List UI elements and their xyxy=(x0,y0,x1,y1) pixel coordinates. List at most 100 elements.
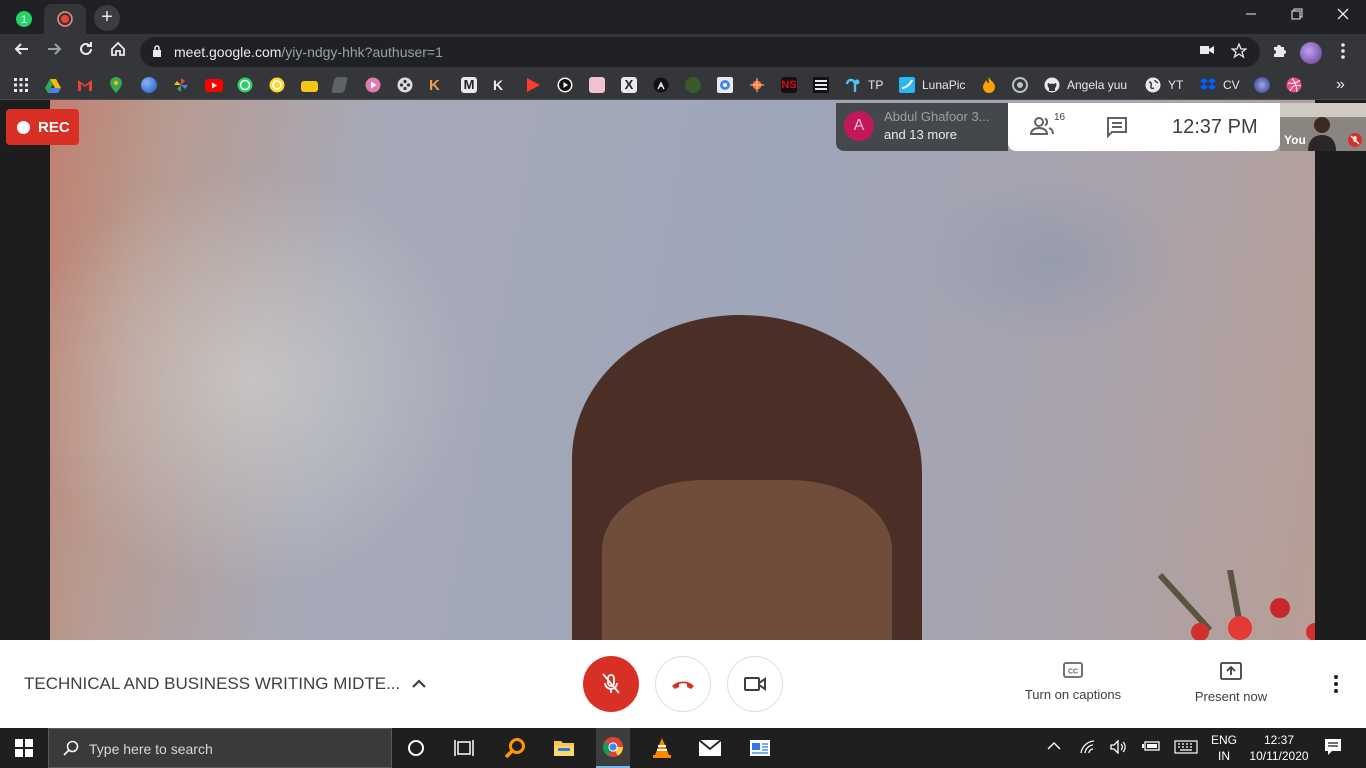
bookmark-pinwheel[interactable] xyxy=(173,76,189,94)
bookmark-gmail[interactable] xyxy=(77,76,93,94)
news-app-button[interactable] xyxy=(748,736,772,760)
bookmark-dribbble[interactable] xyxy=(1286,76,1302,94)
bookmark-yellow-circle[interactable] xyxy=(269,76,285,94)
bookmark-lunapic[interactable]: LunaPic xyxy=(899,76,965,94)
start-button[interactable] xyxy=(12,736,36,760)
taskbar-clock[interactable]: 12:37 10/11/2020 xyxy=(1244,732,1314,764)
bookmark-flame[interactable] xyxy=(982,76,996,94)
bookmark-k-orange[interactable]: K xyxy=(429,76,440,94)
close-icon xyxy=(1337,8,1349,20)
bookmark-drive[interactable] xyxy=(45,76,61,94)
leave-call-button[interactable] xyxy=(655,656,711,712)
bookmark-yt[interactable]: YT xyxy=(1145,76,1183,94)
bookmark-angela-yuu[interactable]: Angela yuu xyxy=(1044,76,1127,94)
bookmark-tp[interactable]: TP xyxy=(845,76,883,94)
bug-icon xyxy=(750,78,764,92)
bookmark-k-white[interactable]: K xyxy=(493,76,503,94)
globe-icon xyxy=(1145,77,1161,93)
browser-menu-icon[interactable] xyxy=(1334,43,1352,61)
bookmark-cv[interactable]: CV xyxy=(1200,76,1240,94)
restore-button[interactable] xyxy=(1274,0,1320,30)
dribbble-icon xyxy=(1286,77,1302,93)
mic-off-icon xyxy=(602,673,620,694)
web-store-icon xyxy=(717,77,733,93)
people-button[interactable]: 16 xyxy=(1029,112,1070,141)
apps-grid-icon[interactable] xyxy=(13,76,29,94)
bookmark-chrome-store[interactable] xyxy=(717,76,733,94)
input-language-indicator[interactable]: ENG IN xyxy=(1208,732,1240,764)
meeting-details-button[interactable] xyxy=(410,676,428,695)
tab-google-meet[interactable] xyxy=(44,4,86,34)
bookmark-m-logo[interactable]: M xyxy=(461,76,477,94)
bookmark-play-circle[interactable] xyxy=(365,76,381,94)
volume-button[interactable] xyxy=(1110,739,1128,757)
taskbar-search-box[interactable]: Type here to search xyxy=(48,728,392,768)
tab-strip: 1 + xyxy=(0,0,1366,34)
bookmark-grid-square[interactable] xyxy=(813,76,829,94)
bookmark-maps[interactable] xyxy=(109,76,123,94)
chat-button[interactable] xyxy=(1106,116,1128,143)
unmute-microphone-button[interactable] xyxy=(583,656,639,712)
bookmark-x-white[interactable]: X xyxy=(621,76,637,94)
meeting-title[interactable]: TECHNICAL AND BUSINESS WRITING MIDTE... xyxy=(24,674,400,694)
toggle-camera-button[interactable] xyxy=(727,656,783,712)
bookmark-imdb[interactable] xyxy=(301,76,318,94)
profile-avatar[interactable] xyxy=(1300,42,1322,64)
tab-whatsapp[interactable]: 1 xyxy=(6,4,42,34)
reload-button[interactable] xyxy=(74,40,98,64)
bookmark-whatsapp[interactable] xyxy=(237,76,253,94)
bookmark-swirl[interactable] xyxy=(1012,76,1028,94)
maps-pin-icon xyxy=(110,77,122,93)
touch-keyboard-button[interactable] xyxy=(1174,740,1198,757)
vlc-button[interactable] xyxy=(650,736,674,760)
back-arrow-icon xyxy=(14,43,28,55)
network-button[interactable] xyxy=(1080,740,1096,757)
bookmark-anime[interactable] xyxy=(1254,76,1270,94)
camera-in-use-icon[interactable] xyxy=(1198,43,1216,61)
emblem-icon xyxy=(685,77,701,93)
extensions-puzzle-icon[interactable] xyxy=(1270,43,1288,61)
bookmark-runner[interactable] xyxy=(653,76,669,94)
bookmark-blue-globe[interactable] xyxy=(141,76,157,94)
file-explorer-button[interactable] xyxy=(552,736,576,760)
minimize-button[interactable] xyxy=(1228,0,1274,30)
bookmark-pink-square[interactable] xyxy=(589,76,605,94)
bookmark-film-reel[interactable] xyxy=(397,76,413,94)
recording-label: REC xyxy=(38,118,70,136)
bookmark-youtube[interactable] xyxy=(205,76,223,94)
bookmark-black-play[interactable] xyxy=(557,76,573,94)
present-screen-icon xyxy=(1220,662,1242,680)
more-options-button[interactable] xyxy=(1326,674,1346,699)
windows-taskbar: Type here to search ENG IN 12:37 10/11/2… xyxy=(0,728,1366,768)
back-button[interactable] xyxy=(10,40,34,64)
chevron-up-icon xyxy=(412,679,426,688)
meet-video-area xyxy=(0,100,1366,640)
captions-button[interactable]: CC Turn on captions xyxy=(1014,662,1132,702)
bookmark-emblem[interactable] xyxy=(685,76,701,94)
bookmark-bug[interactable] xyxy=(749,76,765,94)
active-speaker-panel[interactable]: A Abdul Ghafoor 3... and 13 more xyxy=(836,103,1008,151)
bookmark-ns[interactable]: NS xyxy=(781,76,797,94)
task-view-button[interactable] xyxy=(452,736,476,760)
forward-button[interactable] xyxy=(42,40,66,64)
new-tab-button[interactable]: + xyxy=(94,5,120,31)
address-bar[interactable]: meet.google.com/yiy-ndgy-hhk?authuser=1 xyxy=(140,37,1260,67)
bookmark-red-play[interactable] xyxy=(525,76,541,94)
home-button[interactable] xyxy=(106,40,130,64)
participant-name: Abdul Ghafoor 3... xyxy=(884,109,990,124)
chrome-taskbar-button[interactable] xyxy=(596,728,630,768)
present-now-button[interactable]: Present now xyxy=(1184,662,1278,704)
more-bookmarks-button[interactable]: » xyxy=(1336,76,1345,94)
self-view-tile[interactable]: You xyxy=(1280,103,1366,151)
tp-icon xyxy=(845,78,860,92)
search-app-button[interactable] xyxy=(503,736,527,760)
cortana-button[interactable] xyxy=(404,736,428,760)
pinwheel-icon xyxy=(174,78,188,92)
mail-button[interactable] xyxy=(698,736,722,760)
action-center-button[interactable] xyxy=(1324,738,1342,759)
close-window-button[interactable] xyxy=(1320,0,1366,30)
bookmark-star-icon[interactable] xyxy=(1230,42,1248,61)
show-hidden-icons-button[interactable] xyxy=(1047,740,1061,754)
bookmark-grey-page[interactable] xyxy=(330,76,349,94)
battery-button[interactable] xyxy=(1142,740,1160,755)
